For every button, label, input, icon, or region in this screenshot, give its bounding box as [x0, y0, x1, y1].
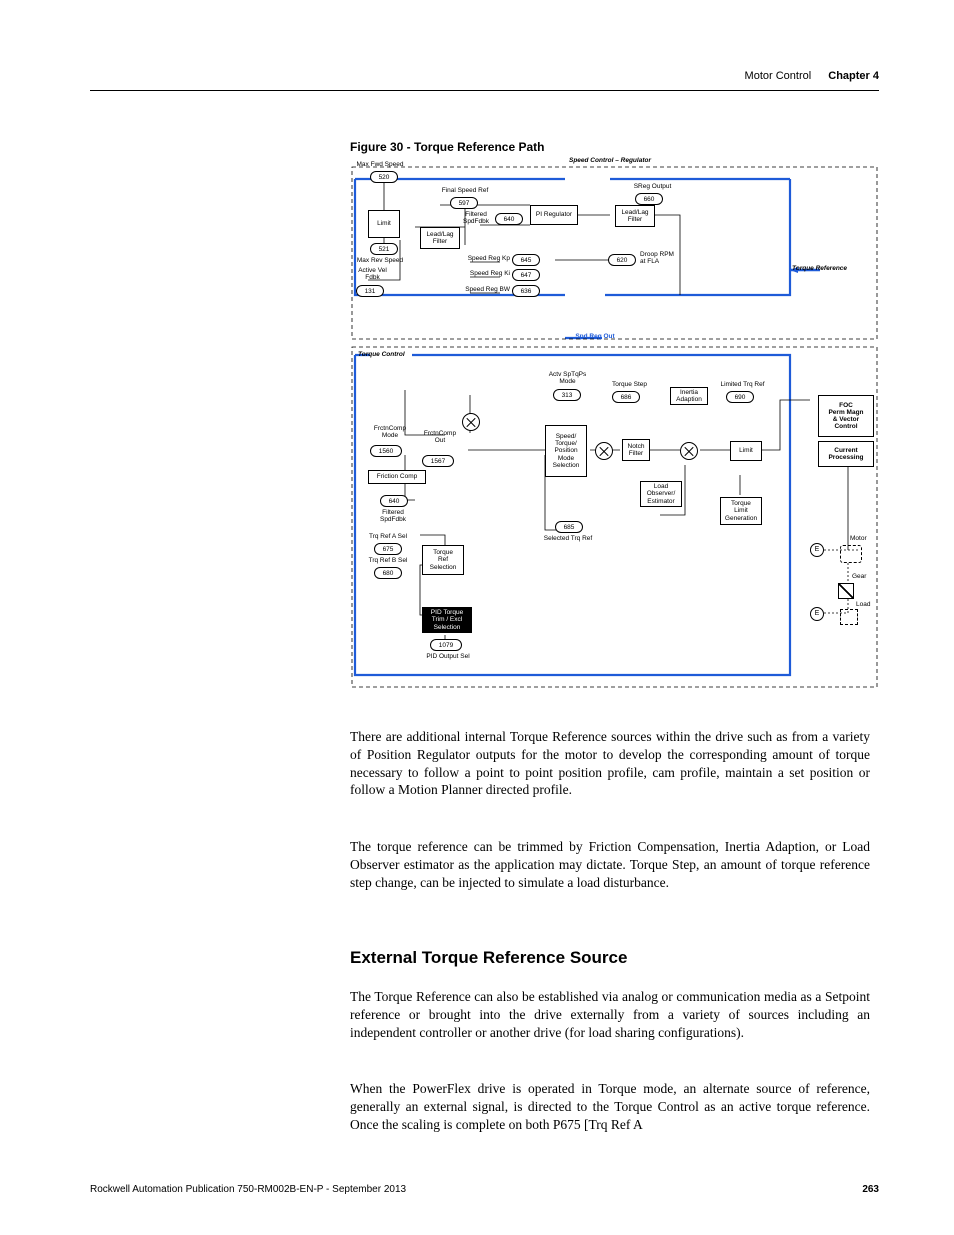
- lbl-limited-trq-ref: Limited Trq Ref: [715, 381, 770, 388]
- lbl-frctncomp-mode: FrctnComp Mode: [365, 425, 415, 439]
- encoder-icon-2: E: [810, 607, 824, 621]
- lbl-active-vel-fdbk: Active Vel Fdbk: [350, 267, 395, 281]
- box-pid-trim: PID Torque Trim / Excl Selection: [422, 607, 472, 633]
- encoder-icon-1: E: [810, 543, 824, 557]
- lbl-droop: Droop RPM at FLA: [640, 251, 690, 265]
- param-660: 660: [635, 193, 663, 205]
- param-313: 313: [553, 389, 581, 401]
- paragraph-3: The Torque Reference can also be establi…: [350, 988, 870, 1041]
- param-520: 520: [370, 171, 398, 183]
- param-647: 647: [512, 269, 540, 281]
- param-521: 521: [370, 243, 398, 255]
- param-620: 620: [608, 254, 636, 266]
- lbl-load: Load: [856, 601, 882, 608]
- param-597: 597: [450, 197, 478, 209]
- figure-caption: Figure 30 - Torque Reference Path: [350, 140, 545, 154]
- param-645: 645: [512, 254, 540, 266]
- lbl-final-speed-ref: Final Speed Ref: [430, 187, 500, 194]
- speed-section-title: Speed Control – Regulator: [550, 157, 670, 164]
- param-640a: 640: [495, 213, 523, 225]
- gear-icon: [838, 583, 854, 599]
- box-load-obs: Load Observer/ Estimator: [640, 481, 682, 507]
- load-icon: [840, 609, 858, 625]
- param-675: 675: [374, 543, 402, 555]
- box-inertia-adaption: Inertia Adaption: [670, 387, 708, 405]
- footer-page-number: 263: [862, 1184, 879, 1195]
- lbl-speed-reg-ki: Speed Reg Ki: [450, 270, 510, 277]
- param-636: 636: [512, 285, 540, 297]
- motor-icon: [840, 545, 862, 563]
- lbl-max-rev-speed: Max Rev Speed: [350, 257, 410, 264]
- param-131: 131: [356, 285, 384, 297]
- lbl-filtered-spdfdbk-2: Filtered SpdFdbk: [368, 509, 418, 523]
- header-rule: [90, 90, 879, 91]
- lbl-motor: Motor: [850, 535, 880, 542]
- lbl-spd-reg-out: Spd Reg Out: [565, 333, 625, 340]
- param-690: 690: [726, 391, 754, 403]
- param-680: 680: [374, 567, 402, 579]
- lbl-max-fwd-speed: Max Fwd Speed: [350, 161, 410, 168]
- sum-node-3: [680, 442, 698, 460]
- param-1567: 1567: [422, 455, 454, 467]
- paragraph-4: When the PowerFlex drive is operated in …: [350, 1080, 870, 1133]
- lbl-torque-step: Torque Step: [602, 381, 657, 388]
- lbl-trq-ref-a-sel: Trq Ref A Sel: [358, 533, 418, 540]
- param-640b: 640: [380, 495, 408, 507]
- box-foc: FOC Perm Magn & Vector Control: [818, 395, 874, 437]
- lbl-actv-sptqps: Actv SpTqPs Mode: [540, 371, 595, 385]
- box-current-proc: Current Processing: [818, 441, 874, 467]
- lbl-gear: Gear: [852, 573, 880, 580]
- paragraph-2: The torque reference can be trimmed by F…: [350, 838, 870, 891]
- box-torque-limit-gen: Torque Limit Generation: [720, 497, 762, 525]
- box-sptq-mode-sel: Speed/ Torque/ Position Mode Selection: [545, 425, 587, 477]
- box-limit1: Limit: [368, 210, 400, 238]
- param-1079: 1079: [430, 639, 462, 651]
- lbl-speed-reg-kp: Speed Reg Kp: [450, 255, 510, 262]
- box-friction-comp: Friction Comp: [368, 470, 426, 484]
- lbl-torque-reference: Torque Reference: [792, 265, 882, 272]
- box-torque-ref-sel: Torque Ref Selection: [422, 545, 464, 575]
- sum-node-1: [462, 413, 480, 431]
- sum-node-2: [595, 442, 613, 460]
- footer-publication: Rockwell Automation Publication 750-RM00…: [90, 1184, 406, 1195]
- header-section: Motor Control: [745, 70, 812, 82]
- lbl-filtered-spdfdbk-1: Filtered SpdFdbk: [455, 211, 497, 225]
- box-leadlag1: Lead/Lag Filter: [420, 227, 460, 249]
- lbl-pid-output-sel: PID Output Sel: [418, 653, 478, 660]
- box-notch-filter: Notch Filter: [622, 439, 650, 461]
- param-1560: 1560: [370, 445, 402, 457]
- paragraph-1: There are additional internal Torque Ref…: [350, 728, 870, 799]
- torque-reference-diagram: Speed Control – Regulator Max Fwd Speed …: [350, 155, 880, 695]
- lbl-sreg-output: SReg Output: [625, 183, 680, 190]
- box-limit2: Limit: [730, 441, 762, 461]
- lbl-speed-reg-bw: Speed Reg BW: [450, 286, 510, 293]
- heading-external-torque-ref: External Torque Reference Source: [350, 948, 627, 968]
- param-686: 686: [612, 391, 640, 403]
- box-leadlag2: Lead/Lag Filter: [615, 205, 655, 227]
- lbl-frctncomp-out: FrctnComp Out: [415, 430, 465, 444]
- header-chapter: Chapter 4: [828, 70, 879, 82]
- lbl-selected-trq-ref: Selected Trq Ref: [528, 535, 608, 542]
- torque-section-title: Torque Control: [358, 351, 438, 358]
- lbl-trq-ref-b-sel: Trq Ref B Sel: [358, 557, 418, 564]
- param-685: 685: [555, 521, 583, 533]
- box-pi-regulator: PI Regulator: [530, 205, 578, 225]
